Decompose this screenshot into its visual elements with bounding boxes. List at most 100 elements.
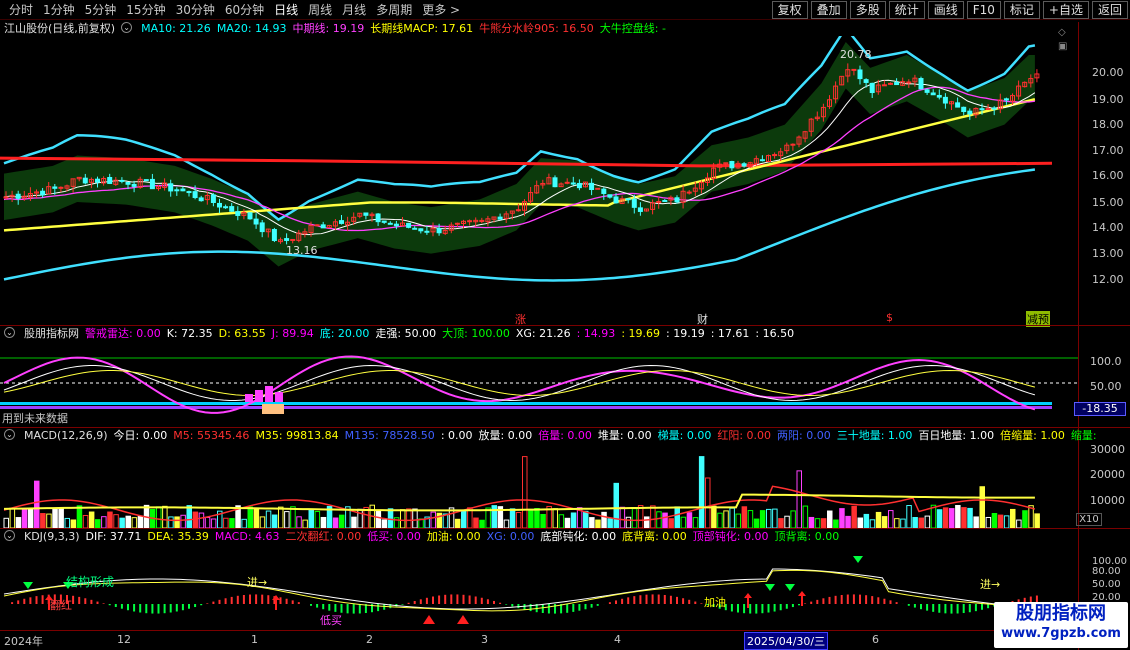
volume-bar <box>558 514 565 528</box>
period-tab[interactable]: 1分钟 <box>38 2 80 18</box>
volume-bar <box>64 517 70 528</box>
period-tab[interactable]: 15分钟 <box>121 2 170 18</box>
candle-body <box>235 211 241 216</box>
volume-bar <box>296 516 302 528</box>
volume-bar <box>375 510 382 528</box>
candle-body <box>942 96 948 104</box>
volume-bar <box>540 513 546 528</box>
indicator3-chart[interactable] <box>0 544 1078 630</box>
high-price-label: 20.78 <box>840 48 872 61</box>
volume-bar <box>869 519 876 528</box>
price-tick: 14.00 <box>1092 221 1124 234</box>
toolbar-button[interactable]: 标记 <box>1003 1 1040 19</box>
volume-bar <box>308 509 314 528</box>
period-tab[interactable]: 周线 <box>303 2 337 18</box>
toolbar-button[interactable]: 叠加 <box>810 1 847 19</box>
volume-bar <box>3 517 9 528</box>
indicator-value: 低买: 0.00 <box>367 530 421 543</box>
toolbar-button[interactable]: 画线 <box>927 1 964 19</box>
indicator2-chart[interactable] <box>0 444 1078 528</box>
candle-body <box>955 102 961 108</box>
period-tab[interactable]: 更多 > <box>417 2 465 18</box>
volume-bar <box>650 505 656 528</box>
panel-controls[interactable]: ◇ ▣ <box>1058 24 1076 52</box>
indicator-value: D: 63.55 <box>218 327 266 340</box>
candle-body <box>741 163 747 167</box>
toolbar-button[interactable]: 复权 <box>771 1 808 19</box>
candle-body <box>198 197 204 202</box>
candle-body <box>229 206 235 212</box>
up-arrow-icon <box>744 593 752 598</box>
candle-body <box>381 220 387 223</box>
toolbar-button[interactable]: F10 <box>966 1 1001 19</box>
volume-bar <box>454 518 461 528</box>
volume-bar <box>552 508 558 528</box>
toolbar-buttons: 复权 叠加 多股 统计 画线 F10 标记 +自选 返回 <box>769 1 1128 19</box>
period-tab[interactable]: 60分钟 <box>220 2 269 18</box>
radar-bar <box>265 386 273 402</box>
indicator-value: 红阳: 0.00 <box>717 429 772 442</box>
volume-bar <box>961 507 967 528</box>
bull-control-line-value: 大牛控盘线: - <box>599 22 666 35</box>
period-tab[interactable]: 月线 <box>337 2 371 18</box>
ind1-current-value: -18.35 <box>1074 402 1126 416</box>
volume-bar <box>997 514 1004 528</box>
volume-bar <box>680 516 687 528</box>
volume-bar <box>290 506 296 528</box>
candle-body <box>607 194 613 198</box>
volume-bar <box>583 510 589 528</box>
volume-bar <box>198 512 205 528</box>
period-tab[interactable]: 分时 <box>4 2 38 18</box>
indicator1-chart[interactable] <box>0 342 1078 427</box>
indicator-value: 走强: 50.00 <box>375 327 437 340</box>
indicator-value: 三十地量: 1.00 <box>836 429 913 442</box>
volume-bar <box>863 513 870 528</box>
volume-bar <box>137 515 144 528</box>
toolbar-button[interactable]: 统计 <box>888 1 925 19</box>
m35-line <box>3 493 1035 512</box>
price-chart[interactable] <box>0 36 1078 326</box>
collapse-icon[interactable]: ⌄ <box>4 530 15 541</box>
indicator-value: DIF: 37.71 <box>85 530 142 543</box>
volume-bar <box>790 510 796 528</box>
period-tab[interactable]: 5分钟 <box>80 2 122 18</box>
volume-bar <box>278 506 284 528</box>
volume-bar <box>1016 519 1022 528</box>
candle-body <box>271 229 277 241</box>
candle-body <box>424 230 430 233</box>
volume-bar <box>711 505 717 528</box>
volume-bar <box>741 506 748 528</box>
toolbar-button[interactable]: 多股 <box>849 1 886 19</box>
volume-bar <box>522 456 528 528</box>
watermark-url: www.7gpzb.com <box>1001 626 1121 641</box>
marker-dollar[interactable]: $ <box>886 311 893 324</box>
volume-bar <box>320 516 327 528</box>
candle-body <box>906 81 912 84</box>
volume-bar <box>180 514 186 528</box>
period-tab[interactable]: 多周期 <box>371 2 417 18</box>
volume-bar <box>918 517 924 528</box>
ma20-value: MA20: 14.93 <box>216 22 287 35</box>
volume-bar <box>265 510 272 528</box>
candle-body <box>772 154 778 157</box>
axis-divider <box>1078 22 1079 650</box>
stock-title: 江山股份(日线,前复权) <box>4 22 116 35</box>
collapse-icon[interactable]: ⌄ <box>4 327 15 338</box>
sell-signal-icon <box>785 584 795 591</box>
volume-bar <box>1034 513 1040 528</box>
buy-signal-icon <box>423 615 435 624</box>
main-legend: 江山股份(日线,前复权) ⌄ MA10: 21.26 MA20: 14.93 中… <box>4 22 666 36</box>
indicator-value: M135: 78528.50 <box>344 429 435 442</box>
indicator-value: 倍缩量: 1.00 <box>1000 429 1065 442</box>
volume-bar <box>174 516 180 528</box>
indicator-value: 堆量: 0.00 <box>597 429 652 442</box>
candle-body <box>729 161 735 169</box>
period-tab[interactable]: 日线 <box>269 2 303 18</box>
indicator-value: 大顶: 100.00 <box>442 327 510 340</box>
label-structure-formed: 结构形成 <box>66 575 115 589</box>
volume-bar <box>461 510 467 528</box>
collapse-icon[interactable]: ⌄ <box>121 22 133 33</box>
candle-body <box>3 196 9 199</box>
period-tab[interactable]: 30分钟 <box>171 2 220 18</box>
collapse-icon[interactable]: ⌄ <box>4 429 15 440</box>
